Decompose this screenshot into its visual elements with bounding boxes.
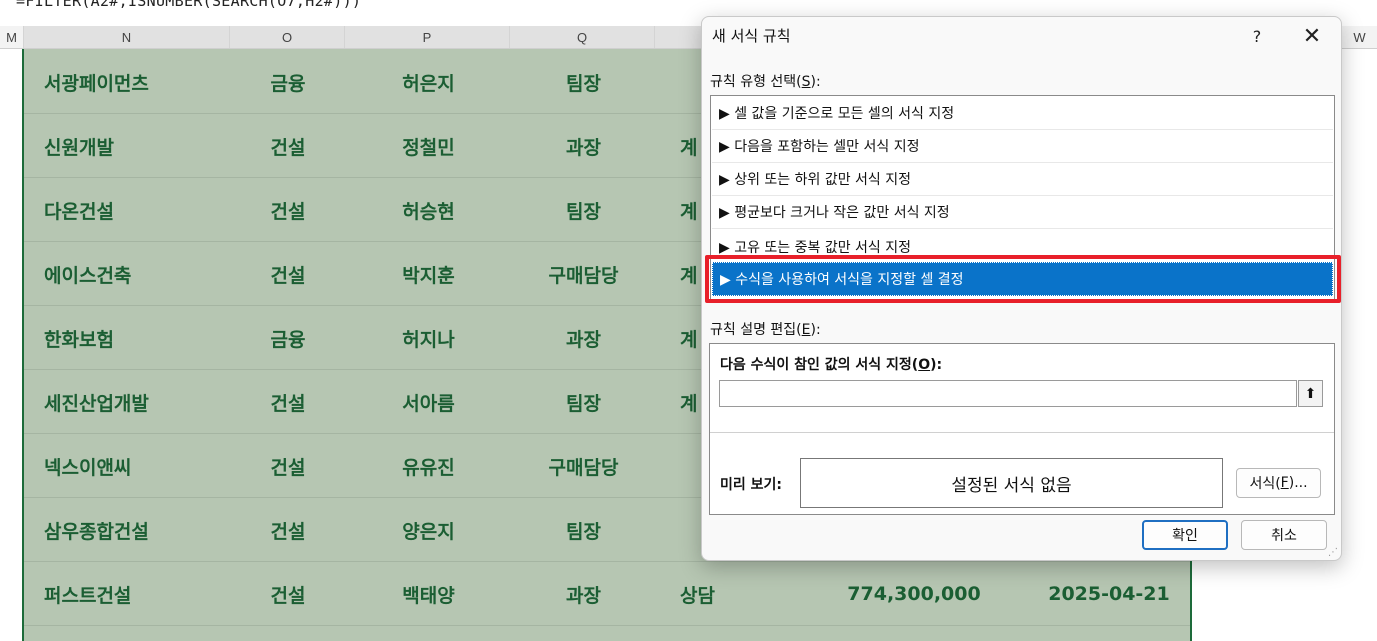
cell-company[interactable]: 세진산업개발 xyxy=(24,370,230,434)
excel-window: =FILTER(A2#,ISNUMBER(SEARCH(O7,H2#))) M … xyxy=(0,0,1377,641)
cell-industry[interactable]: 건설 xyxy=(230,434,346,498)
column-header-p[interactable]: P xyxy=(345,26,510,48)
divider xyxy=(710,432,1334,433)
cell-name[interactable]: 허은지 xyxy=(346,50,511,114)
cell-amount[interactable]: 774,300,000 xyxy=(804,562,1024,626)
cell-company[interactable]: 퍼스트건설 xyxy=(24,562,230,626)
cell-industry[interactable]: 건설 xyxy=(230,370,346,434)
formula-condition-label: 다음 수식이 참인 값의 서식 지정(O): xyxy=(720,357,943,373)
cell-company[interactable]: 넥스이앤씨 xyxy=(24,434,230,498)
rule-item-contains[interactable]: ▶ 다음을 포함하는 셀만 서식 지정 xyxy=(712,130,1333,163)
dialog-title: 새 서식 규칙 xyxy=(712,27,791,45)
cell-title[interactable]: 과장 xyxy=(511,114,656,178)
cell-title[interactable]: 팀장 xyxy=(511,498,656,562)
cell-company[interactable]: 서광페이먼츠 xyxy=(24,50,230,114)
formula-input[interactable] xyxy=(719,380,1297,407)
ok-button[interactable]: 확인 xyxy=(1142,520,1228,550)
rule-description-panel: 다음 수식이 참인 값의 서식 지정(O): ⬆ 미리 보기: 설정된 서식 없… xyxy=(709,343,1335,515)
rule-type-list[interactable]: ▶ 셀 값을 기준으로 모든 셀의 서식 지정 ▶ 다음을 포함하는 셀만 서식… xyxy=(710,95,1335,301)
formula-text[interactable]: =FILTER(A2#,ISNUMBER(SEARCH(O7,H2#))) xyxy=(16,0,361,10)
cell-company[interactable]: 삼우종합건설 xyxy=(24,498,230,562)
rule-item-use-formula[interactable]: ▶ 수식을 사용하여 서식을 지정할 셀 결정 xyxy=(712,262,1333,296)
cell-title[interactable]: 과장 xyxy=(511,562,656,626)
new-format-rule-dialog: 새 서식 규칙 ? ✕ 규칙 유형 선택(S): ▶ 셀 값을 기준으로 모든 … xyxy=(701,16,1342,561)
cell-company[interactable]: 신원개발 xyxy=(24,114,230,178)
preview-box: 설정된 서식 없음 xyxy=(800,458,1223,508)
column-header-n[interactable]: N xyxy=(24,26,230,48)
cell-name[interactable]: 백태양 xyxy=(346,562,511,626)
rule-item-top-bottom[interactable]: ▶ 상위 또는 하위 값만 서식 지정 xyxy=(712,163,1333,196)
cell-company[interactable]: 다온건설 xyxy=(24,178,230,242)
close-icon[interactable]: ✕ xyxy=(1292,21,1332,51)
cell-company[interactable]: 에이스건축 xyxy=(24,242,230,306)
column-header-w[interactable]: W xyxy=(1342,26,1377,48)
cell-industry[interactable]: 금융 xyxy=(230,50,346,114)
cell-title[interactable]: 팀장 xyxy=(511,178,656,242)
format-button[interactable]: 서식(F)... xyxy=(1236,468,1321,498)
cell-name[interactable]: 양은지 xyxy=(346,498,511,562)
cell-industry[interactable]: 금융 xyxy=(230,306,346,370)
cancel-button[interactable]: 취소 xyxy=(1241,520,1327,550)
cell-title[interactable]: 구매담당 xyxy=(511,434,656,498)
rule-item-cell-value[interactable]: ▶ 셀 값을 기준으로 모든 셀의 서식 지정 xyxy=(712,97,1333,130)
preview-label: 미리 보기: xyxy=(720,477,782,493)
cell-name[interactable]: 서아름 xyxy=(346,370,511,434)
cell-name[interactable]: 허지나 xyxy=(346,306,511,370)
cell-title[interactable]: 팀장 xyxy=(511,50,656,114)
cell-name[interactable]: 허승현 xyxy=(346,178,511,242)
rule-item-unique-duplicate[interactable]: ▶ 고유 또는 중복 값만 서식 지정 xyxy=(712,229,1333,257)
collapse-dialog-icon[interactable]: ⬆ xyxy=(1298,380,1323,407)
rule-item-above-below-average[interactable]: ▶ 평균보다 크거나 작은 값만 서식 지정 xyxy=(712,196,1333,229)
rule-type-label: 규칙 유형 선택(S): xyxy=(710,74,821,90)
cell-name[interactable]: 정철민 xyxy=(346,114,511,178)
cell-date[interactable]: 2025-04-21 xyxy=(1024,562,1190,626)
column-header-q[interactable]: Q xyxy=(510,26,655,48)
help-icon[interactable]: ? xyxy=(1242,23,1272,49)
column-m-cells[interactable] xyxy=(0,49,22,641)
cell-name[interactable]: 박지훈 xyxy=(346,242,511,306)
cell-title[interactable]: 구매담당 xyxy=(511,242,656,306)
cell-industry[interactable]: 건설 xyxy=(230,562,346,626)
table-row[interactable]: 퍼스트건설 건설 백태양 과장 상담 774,300,000 2025-04-21 xyxy=(24,562,1190,626)
cell-company[interactable]: 한화보험 xyxy=(24,306,230,370)
cell-industry[interactable]: 건설 xyxy=(230,114,346,178)
cell-industry[interactable]: 건설 xyxy=(230,498,346,562)
column-header-m[interactable]: M xyxy=(0,26,24,48)
column-header-o[interactable]: O xyxy=(230,26,345,48)
rule-description-label: 규칙 설명 편집(E): xyxy=(710,322,821,338)
resize-grip-icon[interactable]: ⋰ xyxy=(1328,547,1340,559)
cell-name[interactable]: 유유진 xyxy=(346,434,511,498)
cell-industry[interactable]: 건설 xyxy=(230,242,346,306)
cell-status[interactable]: 상담 xyxy=(656,562,766,626)
cell-industry[interactable]: 건설 xyxy=(230,178,346,242)
cell-title[interactable]: 팀장 xyxy=(511,370,656,434)
cell-title[interactable]: 과장 xyxy=(511,306,656,370)
